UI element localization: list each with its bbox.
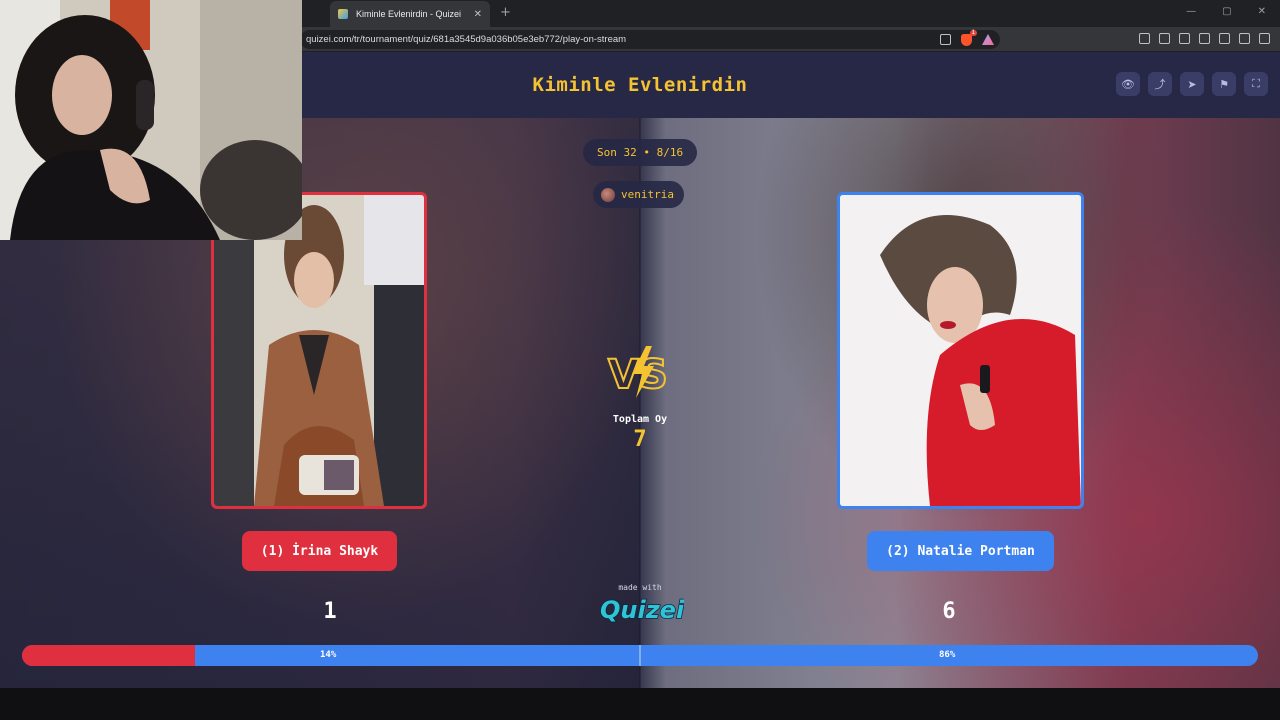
- extensions-icon[interactable]: [1139, 33, 1150, 44]
- vote-percent-right: 86%: [939, 650, 956, 660]
- avatar: [601, 187, 615, 202]
- quizei-favicon-icon: [338, 9, 348, 19]
- send-icon[interactable]: ➤: [1180, 72, 1204, 96]
- menu-icon[interactable]: [1259, 33, 1270, 44]
- url-text[interactable]: quizei.com/tr/tournament/quiz/681a3545d9…: [306, 34, 940, 45]
- brave-rewards-icon[interactable]: 1: [982, 34, 994, 45]
- window-controls: — ▢ ✕: [1186, 6, 1266, 17]
- flag-icon[interactable]: ⚑: [1212, 72, 1236, 96]
- versus-icon: VS: [607, 346, 669, 399]
- share-page-icon[interactable]: [940, 34, 951, 45]
- close-window-button[interactable]: ✕: [1258, 6, 1266, 17]
- round-label: Son 32 • 8/16: [597, 146, 684, 159]
- total-votes-label: Toplam Oy: [612, 414, 668, 425]
- brave-shields-icon[interactable]: 1: [961, 29, 977, 46]
- restore-button[interactable]: ▢: [1222, 6, 1231, 17]
- logo-text: Quizei: [600, 596, 684, 624]
- new-tab-button[interactable]: +: [500, 5, 511, 20]
- wallet-icon[interactable]: [1199, 33, 1210, 44]
- header-actions: 👁 ⤴ ➤ ⚑ ⛶: [1116, 72, 1268, 96]
- vote-share-midline: [639, 645, 641, 666]
- webcam-overlay: [0, 0, 302, 240]
- share-icon[interactable]: ⤴: [1148, 72, 1172, 96]
- made-with-label: made with: [618, 583, 662, 592]
- browser-tab[interactable]: Kiminle Evlenirdin - Quizei ✕: [330, 1, 490, 27]
- quizei-logo[interactable]: Quizei: [598, 592, 684, 624]
- vote-count-right: 6: [942, 599, 956, 624]
- vote-share-left-fill: [22, 645, 196, 666]
- creator-badge[interactable]: venitria: [593, 181, 684, 208]
- shields-badge: 1: [969, 29, 977, 36]
- vote-percent-left: 14%: [320, 650, 337, 660]
- webcam-feed: [0, 0, 302, 240]
- eye-icon[interactable]: 👁: [1116, 72, 1140, 96]
- creator-username: venitria: [621, 188, 674, 201]
- vote-button-right[interactable]: (2) Natalie Portman: [867, 531, 1054, 571]
- reader-icon[interactable]: [1159, 33, 1170, 44]
- contestant-photo-left: [214, 195, 424, 506]
- vote-share-bar: 14% 86%: [22, 645, 1258, 666]
- vpn-icon[interactable]: [1239, 33, 1250, 44]
- address-bar-icons: 1 1: [940, 29, 994, 46]
- tab-title: Kiminle Evlenirdin - Quizei: [356, 9, 462, 19]
- leo-ai-icon[interactable]: [1219, 33, 1230, 44]
- fullscreen-icon[interactable]: ⛶: [1244, 72, 1268, 96]
- screen: Kiminle Evlenirdin - Quizei ✕ + — ▢ ✕ qu…: [0, 0, 1280, 720]
- minimize-button[interactable]: —: [1186, 6, 1196, 17]
- address-bar[interactable]: quizei.com/tr/tournament/quiz/681a3545d9…: [300, 29, 1000, 49]
- browser-right-icons: [1139, 33, 1270, 44]
- quiz-title: Kiminle Evlenirdin: [532, 74, 748, 96]
- total-votes-value: 7: [633, 427, 647, 452]
- vote-button-left[interactable]: (1) İrina Shayk: [242, 531, 397, 571]
- contestant-photo-right: [840, 195, 1081, 506]
- round-indicator: Son 32 • 8/16: [583, 139, 698, 166]
- vote-count-left: 1: [323, 599, 337, 624]
- tab-close-icon[interactable]: ✕: [474, 9, 482, 20]
- taskbar-strip: [0, 688, 1280, 720]
- rewards-badge: 1: [991, 30, 997, 36]
- sidebar-icon[interactable]: [1179, 33, 1190, 44]
- contestant-card-right[interactable]: [837, 192, 1084, 509]
